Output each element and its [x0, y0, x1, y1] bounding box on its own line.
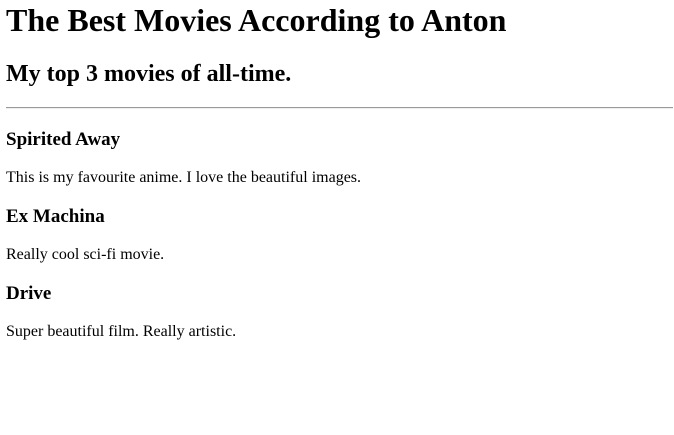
- movie-item-ex-machina: Ex Machina Really cool sci-fi movie.: [6, 206, 674, 264]
- movie-item-spirited-away: Spirited Away This is my favourite anime…: [6, 129, 674, 187]
- page-subtitle: My top 3 movies of all-time.: [6, 61, 292, 87]
- divider: [6, 107, 673, 109]
- movie-item-drive: Drive Super beautiful film. Really artis…: [6, 283, 674, 341]
- movie-title: Drive: [6, 283, 52, 304]
- page-title: The Best Movies According to Anton: [6, 2, 507, 38]
- page: The Best Movies According to Anton My to…: [0, 0, 674, 435]
- movie-title: Spirited Away: [6, 129, 121, 150]
- movie-description: Super beautiful film. Really artistic.: [6, 323, 237, 340]
- movie-description: This is my favourite anime. I love the b…: [6, 169, 362, 186]
- movie-title: Ex Machina: [6, 206, 105, 227]
- movie-description: Really cool sci-fi movie.: [6, 246, 165, 263]
